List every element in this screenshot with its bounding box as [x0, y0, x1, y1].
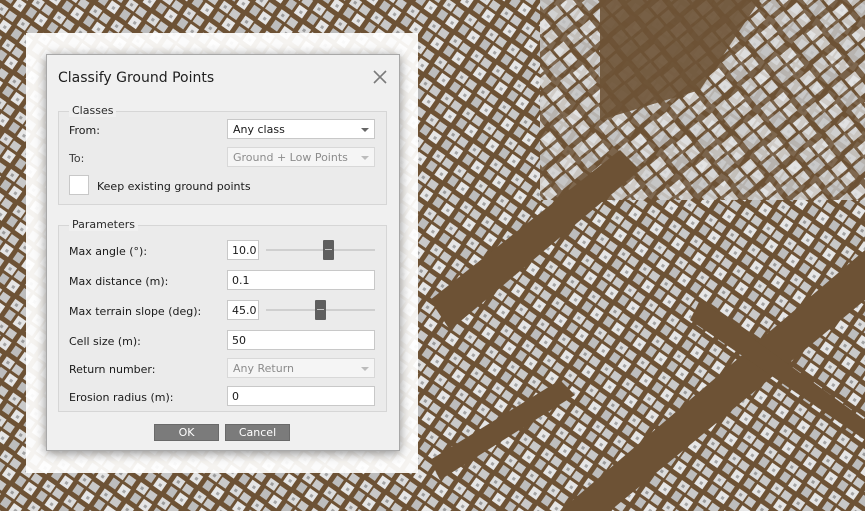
return-number-label: Return number:	[69, 363, 156, 376]
from-select[interactable]: Any class	[227, 119, 375, 139]
max-angle-input[interactable]: 10.0	[227, 240, 259, 260]
to-select: Ground + Low Points	[227, 147, 375, 167]
from-select-value: Any class	[233, 123, 285, 136]
max-terrain-slope-input[interactable]: 45.0	[227, 300, 259, 320]
parameters-group-title: Parameters	[69, 218, 138, 231]
cancel-button[interactable]: Cancel	[225, 424, 290, 441]
classes-group-title: Classes	[69, 104, 117, 117]
keep-ground-points-checkbox[interactable]	[69, 175, 89, 195]
close-icon[interactable]	[369, 66, 391, 88]
max-terrain-slope-label: Max terrain slope (deg):	[69, 305, 202, 318]
max-distance-label: Max distance (m):	[69, 275, 169, 288]
slider-handle[interactable]	[323, 240, 334, 260]
return-number-select: Any Return	[227, 358, 375, 378]
to-select-value: Ground + Low Points	[233, 151, 348, 164]
max-angle-slider[interactable]	[266, 240, 375, 260]
erosion-radius-label: Erosion radius (m):	[69, 391, 174, 404]
classes-group: Classes From: Any class To: Ground + Low…	[58, 104, 387, 205]
chevron-down-icon	[361, 128, 369, 132]
max-angle-label: Max angle (°):	[69, 245, 148, 258]
chevron-down-icon	[361, 367, 369, 371]
max-terrain-slope-slider[interactable]	[266, 300, 375, 320]
dialog-title: Classify Ground Points	[58, 70, 215, 86]
keep-ground-points-label: Keep existing ground points	[97, 180, 251, 193]
erosion-radius-input[interactable]: 0	[227, 386, 375, 406]
return-number-value: Any Return	[233, 362, 295, 375]
max-distance-input[interactable]: 0.1	[227, 270, 375, 290]
from-label: From:	[69, 124, 100, 137]
ok-button[interactable]: OK	[154, 424, 219, 441]
cell-size-input[interactable]: 50	[227, 330, 375, 350]
classify-ground-points-dialog: Classify Ground Points Classes From: Any…	[46, 54, 400, 451]
parameters-group: Parameters Max angle (°): 10.0 Max dista…	[58, 218, 387, 412]
to-label: To:	[69, 152, 85, 165]
cell-size-label: Cell size (m):	[69, 335, 141, 348]
chevron-down-icon	[361, 156, 369, 160]
slider-handle[interactable]	[315, 300, 326, 320]
